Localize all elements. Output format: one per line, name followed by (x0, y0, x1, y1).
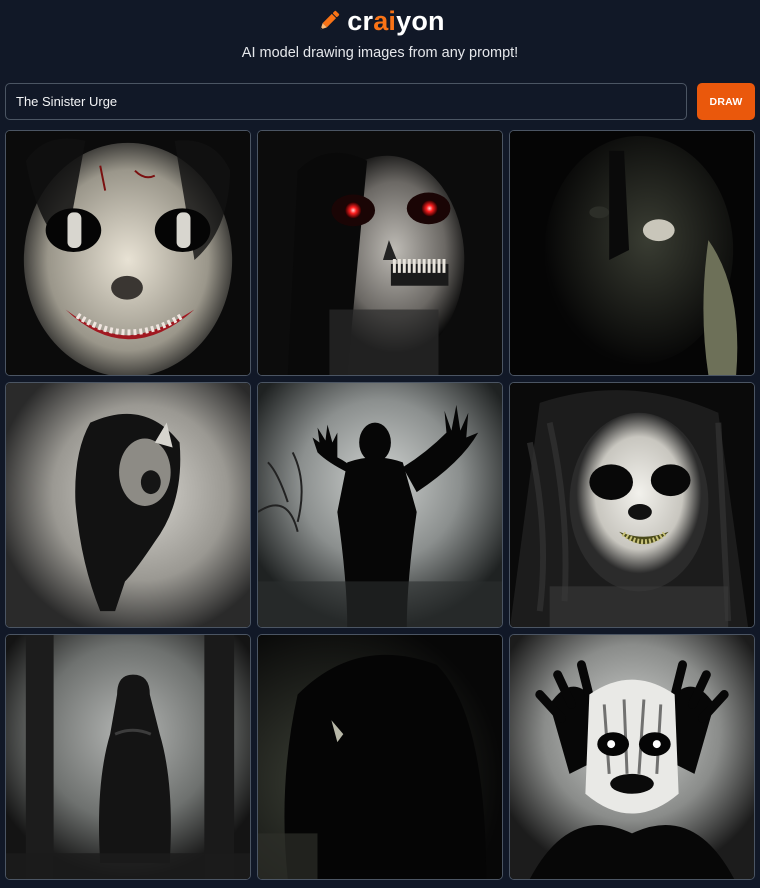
generated-image-8[interactable] (257, 634, 503, 880)
draw-button[interactable]: DRAW (697, 83, 755, 120)
wordmark: craiyon (347, 6, 444, 36)
craiyon-logo[interactable]: craiyon (0, 6, 760, 36)
image-dark-hooded-shape (258, 635, 502, 879)
generated-image-7[interactable] (5, 634, 251, 880)
prompt-input[interactable] (5, 83, 687, 120)
tagline: AI model drawing images from any prompt! (241, 45, 519, 61)
generated-image-9[interactable] (509, 634, 755, 880)
wordmark-part2: yon (396, 6, 445, 36)
wordmark-part1: cr (347, 6, 374, 36)
image-shadow-profile-with-skull (6, 383, 250, 627)
generated-image-6[interactable] (509, 382, 755, 628)
image-face-with-glowing-eyes-and-claws (510, 635, 754, 879)
generated-image-4[interactable] (5, 382, 251, 628)
generated-image-3[interactable] (509, 130, 755, 376)
image-shadowy-figure-with-glowing-mouth (510, 131, 754, 375)
image-silhouette-with-raised-hands (258, 383, 502, 627)
image-pale-grinning-face-with-hair (510, 383, 754, 627)
wordmark-accent: ai (373, 6, 397, 36)
generated-image-5[interactable] (257, 382, 503, 628)
pencil-icon (320, 10, 340, 30)
image-red-eyed-skull-face (258, 131, 502, 375)
generated-image-2[interactable] (257, 130, 503, 376)
image-grinning-clown-face (6, 131, 250, 375)
header: craiyon AI model drawing images from any… (0, 0, 760, 75)
image-grid (5, 130, 755, 880)
image-hooded-figure-in-fog (6, 635, 250, 879)
generated-image-1[interactable] (5, 130, 251, 376)
